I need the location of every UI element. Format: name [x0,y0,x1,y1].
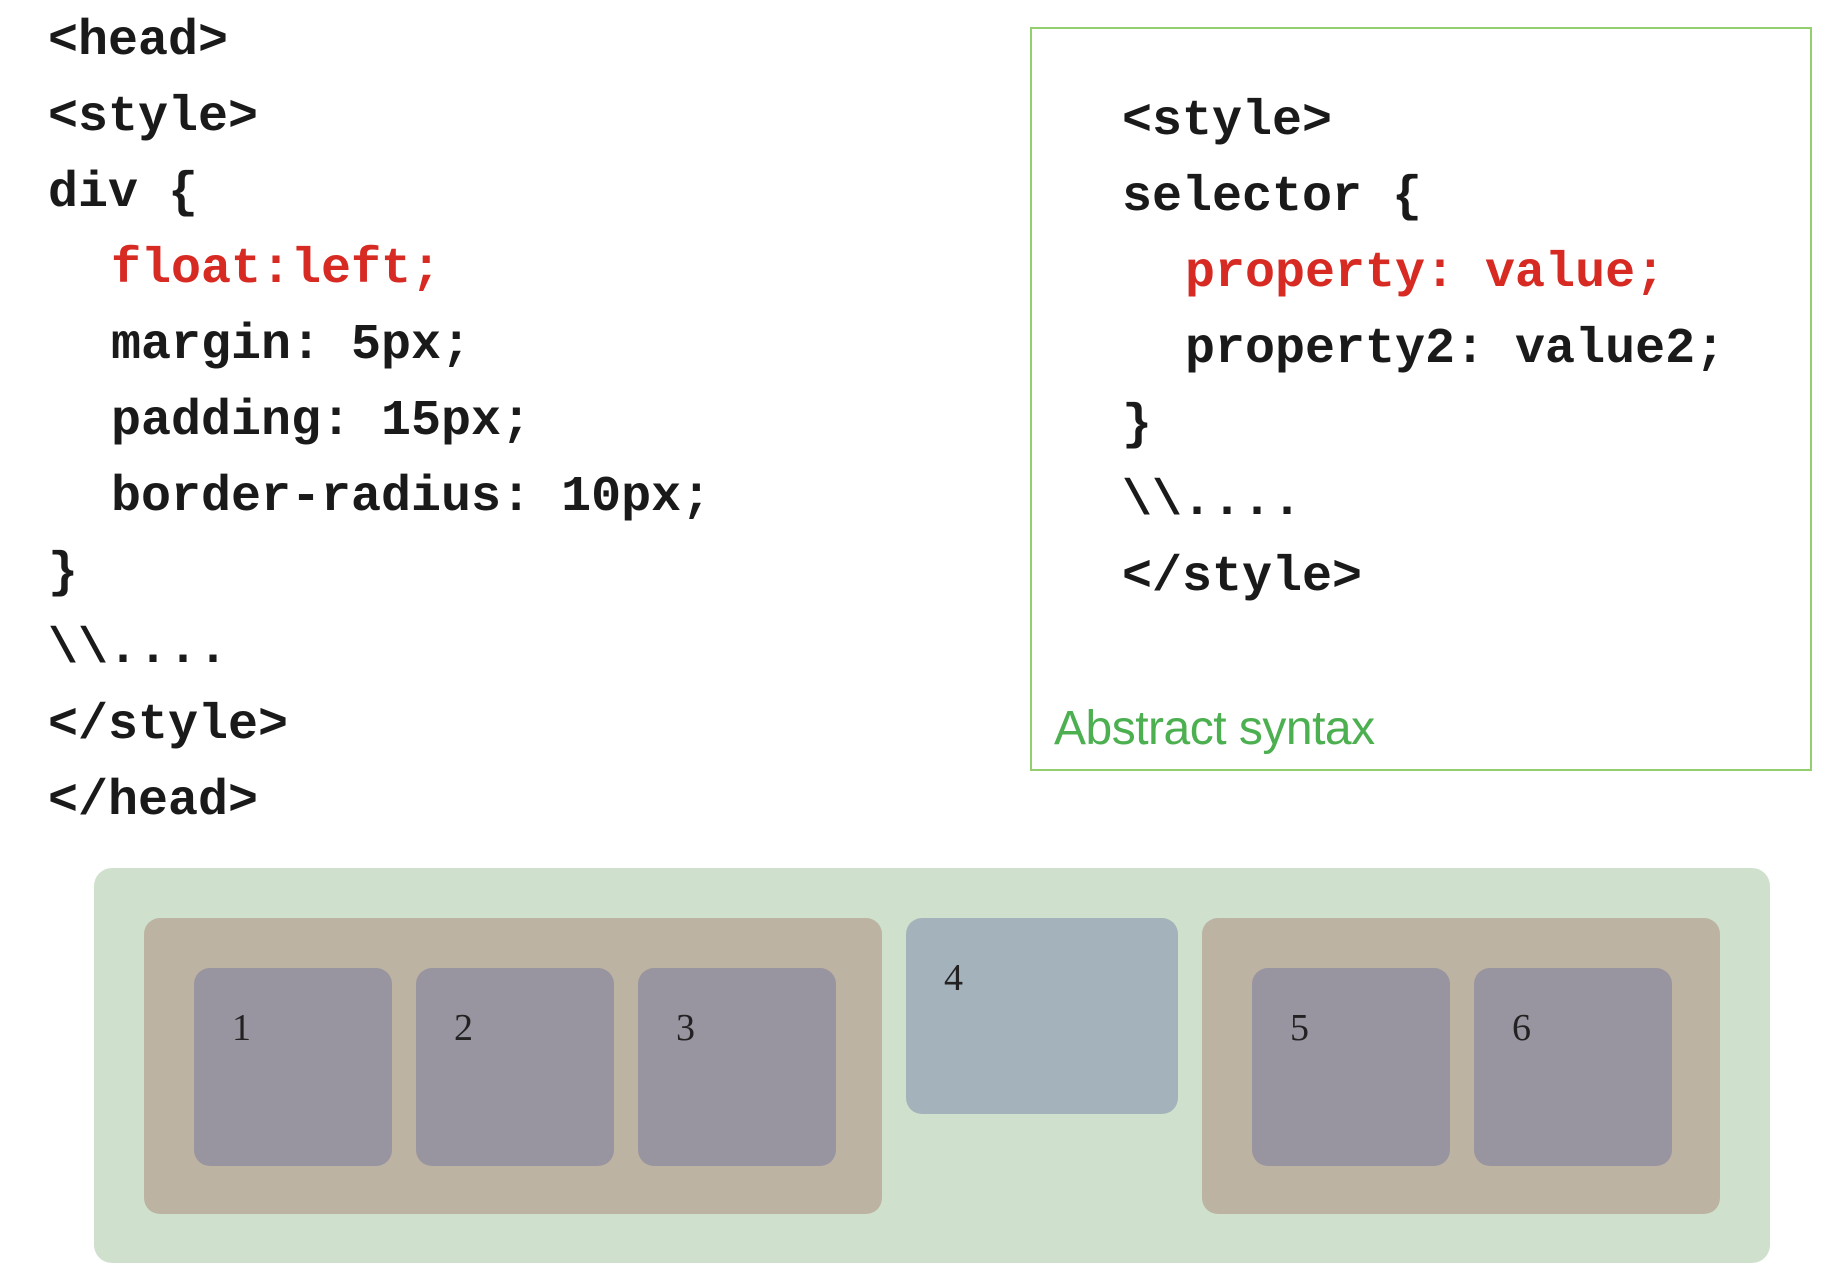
code-line-float: float:left; [111,241,442,298]
box-label-3: 3 [676,1007,695,1049]
box-label-1: 1 [232,1007,251,1049]
code-line-border-radius: border-radius: 10px; [111,469,712,526]
code-line-padding: padding: 15px; [111,393,532,450]
code-line-style-close: </style> [48,697,289,754]
syntax-line-selector: selector { [1122,169,1423,226]
box-label-4: 4 [944,957,963,999]
float-box-3: 3 [638,968,836,1166]
syntax-line-property: property: value; [1185,245,1666,302]
box-label-6: 6 [1512,1007,1531,1049]
abstract-syntax-caption: Abstract syntax [1054,702,1375,755]
float-group-left: 1 2 3 [144,918,882,1214]
syntax-line-property2: property2: value2; [1185,321,1726,378]
syntax-line-ellipsis: \\.... [1122,473,1303,530]
float-box-1: 1 [194,968,392,1166]
float-box-5: 5 [1252,968,1450,1166]
syntax-line-style-close: </style> [1122,549,1363,606]
code-line-ellipsis: \\.... [48,621,229,678]
code-line-style-open: <style> [48,89,259,146]
abstract-syntax-code: <style> selector { property: value; prop… [1122,84,1725,616]
code-line-head-open: <head> [48,13,229,70]
box-label-2: 2 [454,1007,473,1049]
float-box-6: 6 [1474,968,1672,1166]
code-line-margin: margin: 5px; [111,317,472,374]
float-demo-container: 1 2 3 4 5 6 [94,868,1770,1263]
syntax-line-close-brace: } [1122,397,1153,454]
code-line-selector: div { [48,165,199,222]
code-line-head-close: </head> [48,773,259,830]
code-line-close-brace: } [48,545,79,602]
css-example-code: <head> <style> div { float:left; margin:… [48,4,711,840]
float-group-right: 5 6 [1202,918,1720,1214]
float-box-4: 4 [906,918,1178,1114]
abstract-syntax-box: <style> selector { property: value; prop… [1030,27,1812,771]
float-box-2: 2 [416,968,614,1166]
syntax-line-style-open: <style> [1122,93,1333,150]
box-label-5: 5 [1290,1007,1309,1049]
